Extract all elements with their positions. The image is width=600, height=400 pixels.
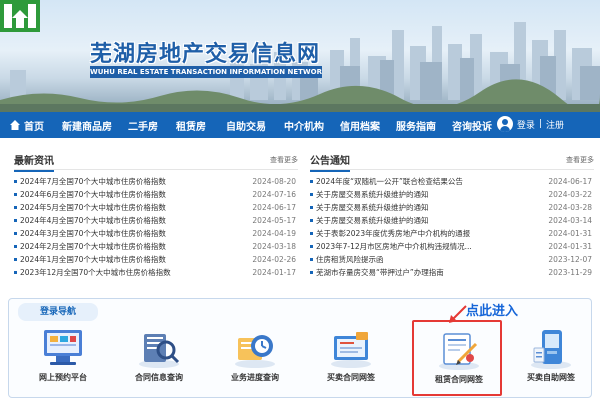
notice-item-date: 2023-12-07 xyxy=(548,255,592,264)
tile-progress-query[interactable]: 业务进度查询 xyxy=(210,320,300,396)
news-item[interactable]: 2024年3月全国70个大中城市住房价格指数 2024-04-19 xyxy=(14,227,298,240)
news-item[interactable]: 2024年7月全国70个大中城市住房价格指数 2024-08-20 xyxy=(14,175,298,188)
notice-item[interactable]: 关于表彰2023年度优秀房地产中介机构的通报 2024-01-31 xyxy=(310,227,594,240)
login-nav-title: 登录导航 xyxy=(18,303,98,321)
news-item[interactable]: 2023年12月全国70个大中城市住房价格指数 2024-01-17 xyxy=(14,266,298,279)
tile-self-service[interactable]: 买卖自助网签 xyxy=(506,320,596,396)
notice-item[interactable]: 关于房屋交易系统升级维护的通知 2024-03-14 xyxy=(310,214,594,227)
news-item-title: 2023年12月全国70个大中城市住房价格指数 xyxy=(20,268,171,277)
notices-panel-title: 公告通知 xyxy=(310,152,350,172)
news-item-title: 2024年7月全国70个大中城市住房价格指数 xyxy=(20,177,166,186)
news-item-title: 2024年3月全国70个大中城市住房价格指数 xyxy=(20,229,166,238)
notice-item[interactable]: 芜湖市存量房交易“带押过户”办理指南 2023-11-29 xyxy=(310,266,594,279)
tile-label: 买卖自助网签 xyxy=(527,373,575,382)
progress-query-icon xyxy=(235,335,275,368)
news-item-title: 2024年4月全国70个大中城市住房价格指数 xyxy=(20,216,166,225)
login-link[interactable]: 登录 xyxy=(517,118,535,131)
news-item[interactable]: 2024年4月全国70个大中城市住房价格指数 2024-05-17 xyxy=(14,214,298,227)
news-item[interactable]: 2024年5月全国70个大中城市住房价格指数 2024-06-17 xyxy=(14,201,298,214)
notice-item-date: 2024-01-31 xyxy=(548,242,592,251)
appointment-icon xyxy=(44,330,82,365)
notices-panel-header: 公告通知 查看更多 xyxy=(310,150,594,172)
main-nav: 首页 新建商品房 二手房 租赁房 自助交易 中介机构 信用档案 服务指南 咨询投… xyxy=(0,112,600,138)
register-link[interactable]: 注册 xyxy=(546,118,564,131)
notice-item-date: 2024-03-28 xyxy=(548,203,592,212)
news-item-date: 2024-07-16 xyxy=(252,190,296,199)
notices-list: 2024年度“双随机一公开”联合检查结果公告 2024-06-17 关于房屋交易系… xyxy=(310,175,594,279)
news-item[interactable]: 2024年1月全国70个大中城市住房价格指数 2024-02-26 xyxy=(14,253,298,266)
nav-item-home[interactable]: 首页 xyxy=(24,118,44,133)
notice-item[interactable]: 2024年度“双随机一公开”联合检查结果公告 2024-06-17 xyxy=(310,175,594,188)
news-item-date: 2024-05-17 xyxy=(252,216,296,225)
news-item[interactable]: 2024年2月全国70个大中城市住房价格指数 2024-03-18 xyxy=(14,240,298,253)
nav-item-agencies[interactable]: 中介机构 xyxy=(284,118,324,133)
sale-contract-icon xyxy=(331,332,371,368)
lease-contract-icon xyxy=(439,333,479,370)
news-item-title: 2024年5月全国70个大中城市住房价格指数 xyxy=(20,203,166,212)
news-list: 2024年7月全国70个大中城市住房价格指数 2024-08-20 2024年6月… xyxy=(14,175,298,279)
news-item-date: 2024-02-26 xyxy=(252,255,296,264)
notice-item[interactable]: 住房租赁风险提示函 2023-12-07 xyxy=(310,253,594,266)
notice-item[interactable]: 关于房屋交易系统升级维护的通知 2024-03-22 xyxy=(310,188,594,201)
notice-item-title: 芜湖市存量房交易“带押过户”办理指南 xyxy=(316,268,444,277)
nav-item-rental[interactable]: 租赁房 xyxy=(176,118,206,133)
tile-label: 合同信息查询 xyxy=(135,373,183,382)
tile-contract-query[interactable]: 合同信息查询 xyxy=(114,320,204,396)
news-item[interactable]: 2024年6月全国70个大中城市住房价格指数 2024-07-16 xyxy=(14,188,298,201)
news-panel-header: 最新资讯 查看更多 xyxy=(14,150,298,172)
notice-item[interactable]: 2023年7-12月市区房地产中介机构违规情况... 2024-01-31 xyxy=(310,240,594,253)
nav-item-complaints[interactable]: 咨询投诉 xyxy=(452,118,492,133)
site-title: 芜湖房地产交易信息网 xyxy=(90,41,321,67)
notice-item-date: 2024-06-17 xyxy=(548,177,592,186)
news-item-title: 2024年2月全国70个大中城市住房价格指数 xyxy=(20,242,166,251)
tile-sale-contract[interactable]: 买卖合同网签 xyxy=(306,320,396,396)
tile-label: 网上预约平台 xyxy=(39,373,87,382)
notice-item-title: 关于房屋交易系统升级维护的通知 xyxy=(316,190,429,199)
nav-item-guide[interactable]: 服务指南 xyxy=(396,118,436,133)
news-item-title: 2024年6月全国70个大中城市住房价格指数 xyxy=(20,190,166,199)
news-item-date: 2024-06-17 xyxy=(252,203,296,212)
notice-item-title: 关于房屋交易系统升级维护的通知 xyxy=(316,216,429,225)
news-panel: 最新资讯 查看更多 2024年7月全国70个大中城市住房价格指数 2024-08-… xyxy=(14,150,298,290)
self-service-icon xyxy=(531,330,571,369)
tile-appointment[interactable]: 网上预约平台 xyxy=(18,320,108,396)
news-item-title: 2024年1月全国70个大中城市住房价格指数 xyxy=(20,255,166,264)
notice-item-date: 2024-01-31 xyxy=(548,229,592,238)
contract-query-icon xyxy=(139,334,180,368)
nav-item-self-service[interactable]: 自助交易 xyxy=(226,118,266,133)
notice-item-title: 关于表彰2023年度优秀房地产中介机构的通报 xyxy=(316,229,471,238)
login-area: 登录 | 注册 xyxy=(496,116,564,132)
notices-panel: 公告通知 查看更多 2024年度“双随机一公开”联合检查结果公告 2024-06-… xyxy=(310,150,594,290)
news-item-date: 2024-03-18 xyxy=(252,242,296,251)
site-logo-icon xyxy=(0,0,40,32)
header-banner: 芜湖房地产交易信息网 WUHU REAL ESTATE TRANSACTION … xyxy=(0,0,600,112)
home-icon xyxy=(10,120,20,130)
tile-label: 买卖合同网签 xyxy=(327,373,375,382)
notice-item-date: 2024-03-14 xyxy=(548,216,592,225)
notice-item-date: 2023-11-29 xyxy=(548,268,592,277)
user-icon[interactable] xyxy=(496,116,513,132)
notice-item-title: 关于房屋交易系统升级维护的通知 xyxy=(316,203,429,212)
news-item-date: 2024-04-19 xyxy=(252,229,296,238)
notice-item-title: 2023年7-12月市区房地产中介机构违规情况... xyxy=(316,242,472,251)
notice-item-title: 住房租赁风险提示函 xyxy=(316,255,384,264)
notice-item-date: 2024-03-22 xyxy=(548,190,592,199)
news-item-date: 2024-08-20 xyxy=(252,177,296,186)
news-item-date: 2024-01-17 xyxy=(252,268,296,277)
annotation-text: 点此进入 xyxy=(466,304,519,319)
tile-label: 业务进度查询 xyxy=(231,373,279,382)
news-panel-title: 最新资讯 xyxy=(14,152,54,172)
nav-item-second-hand[interactable]: 二手房 xyxy=(128,118,158,133)
nav-item-credit[interactable]: 信用档案 xyxy=(340,118,380,133)
login-separator: | xyxy=(538,119,542,129)
notice-item[interactable]: 关于房屋交易系统升级维护的通知 2024-03-28 xyxy=(310,201,594,214)
notices-more-link[interactable]: 查看更多 xyxy=(566,155,594,165)
nav-item-new-homes[interactable]: 新建商品房 xyxy=(62,118,112,133)
tile-lease-contract[interactable]: 租赁合同网签 xyxy=(412,320,502,396)
site-subtitle: WUHU REAL ESTATE TRANSACTION INFORMATION… xyxy=(90,66,322,78)
notice-item-title: 2024年度“双随机一公开”联合检查结果公告 xyxy=(316,177,463,186)
news-more-link[interactable]: 查看更多 xyxy=(270,155,298,165)
tile-label: 租赁合同网签 xyxy=(435,375,483,384)
